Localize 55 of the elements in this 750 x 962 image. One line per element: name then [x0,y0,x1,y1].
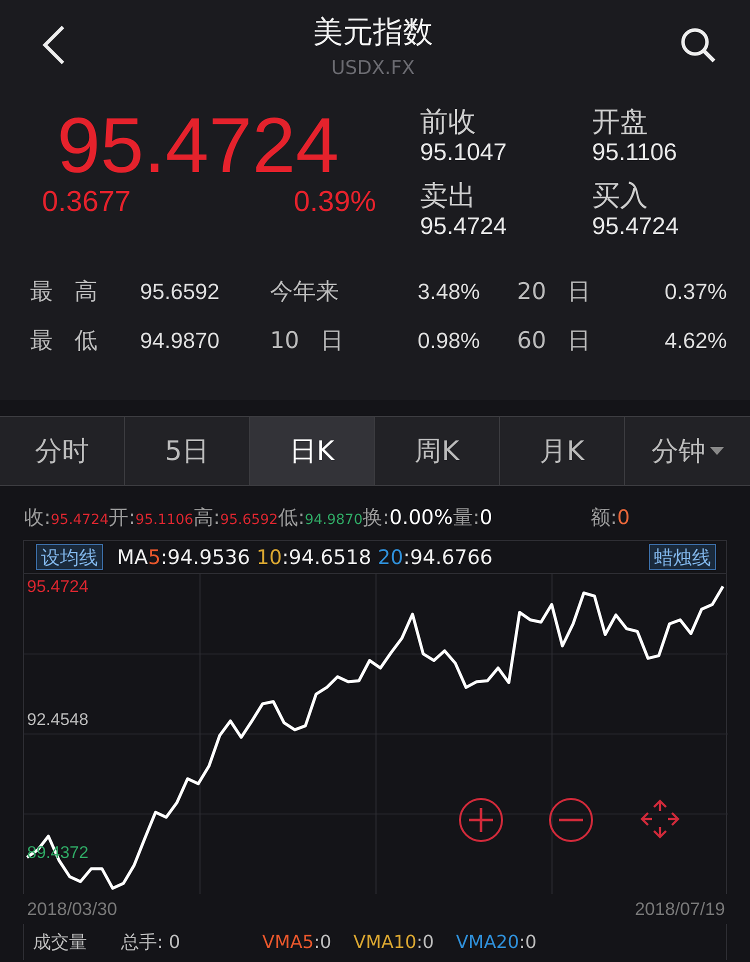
axis-label: 92.4548 [27,710,88,729]
stat-value: 0.98% [416,328,480,354]
quote-stat: 量:0 [452,504,492,531]
zoom-out-icon [548,797,594,843]
current-price: 95.4724 [56,104,340,186]
stat-value: 3.48% [416,278,480,304]
field-label: 开盘 [592,106,649,138]
stat-value: 95.6592 [140,278,221,304]
stat-value: 0.37% [664,278,727,304]
field-value: 95.1047 [420,138,508,168]
axis-date: 2018/07/19 [634,898,725,920]
period-tab[interactable]: 日K [250,417,375,485]
quote-stat: 换:0.00% [362,504,453,531]
caret-icon [710,447,724,455]
stat-label: 今年来 [270,278,340,307]
stat-label: 最 高 [30,278,98,307]
set-average-button[interactable]: 设均线 [36,544,103,570]
period-tab[interactable]: 月K [500,417,625,485]
stat-label: 20 日 [516,278,592,307]
period-tab[interactable]: 分钟 [625,417,750,485]
quote-stat: 高:95.6592 [193,504,278,531]
volume-average: VMA5:0 [262,932,332,952]
quote-stat: 开:95.1106 [108,504,194,531]
volume-average: VMA20:0 [456,932,537,952]
axis-label: 95.4724 [27,576,88,596]
stat-label: 60 日 [516,327,592,356]
quote-stat: 额:0 [590,504,630,531]
volume-title: 成交量 [33,931,87,954]
period-tab[interactable]: 分时 [0,417,125,485]
quote-stat: 收:95.4724 [24,504,109,531]
stat-label: 最 低 [30,327,98,356]
price-change: 0.3677 [42,186,131,219]
period-tab[interactable]: 周K [375,417,500,485]
axis-date: 2018/03/30 [27,898,118,920]
quote-stat: 低:94.9870 [278,504,363,531]
volume-average: VMA10:0 [353,932,434,952]
field-label: 前收 [420,106,477,138]
stat-label: 10 日 [270,327,345,356]
candlestick-button[interactable]: 蜡烛线 [649,544,716,570]
field-label: 买入 [592,180,649,212]
symbol-code: USDX.FX [331,56,415,78]
field-value: 95.1106 [592,138,678,168]
field-value: 95.4724 [420,212,508,242]
change-percent: 0.39% [294,186,376,219]
total-volume: 总手: 0 [121,931,180,954]
stat-value: 94.9870 [140,328,221,354]
moving-averages: MA5:94.9536 10:94.6518 20:94.6766 [117,545,493,569]
page-title: 美元指数 [313,14,433,52]
move-icon [638,797,682,841]
field-value: 95.4724 [592,212,680,242]
zoom-in-icon [458,797,504,843]
back-icon [42,25,66,65]
search-icon [680,27,716,63]
stat-value: 4.62% [664,328,727,354]
field-label: 卖出 [420,180,477,212]
